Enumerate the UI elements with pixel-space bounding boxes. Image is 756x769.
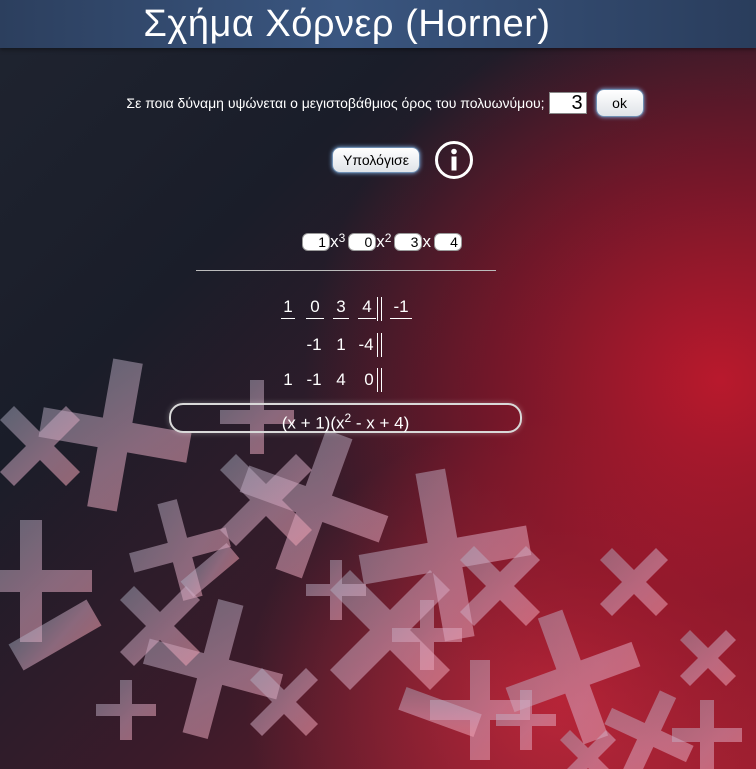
horner-cell: 0 [364,370,374,389]
horner-cell: 4 [358,296,376,319]
degree-prompt-row: Σε ποια δύναμη υψώνεται ο μεγιστοβάθμιος… [0,88,756,118]
polynomial-term [433,233,462,251]
coefficient-input[interactable] [394,233,423,251]
ok-button[interactable]: ok [595,89,644,117]
horner-cell: 1 [336,335,346,354]
horner-root: -1 [390,296,412,319]
horner-cell: 4 [336,370,346,389]
coefficient-input[interactable] [433,233,462,251]
info-icon[interactable] [434,140,474,180]
horner-cell: 1 [281,296,295,319]
term-variable: x2 [376,231,392,251]
result-prefix: (x + 1)(x [281,413,345,433]
horner-row-coefficients: 1 0 3 4 -1 [0,296,756,322]
coefficient-input[interactable] [348,233,377,251]
horner-cell: -1 [306,370,322,389]
horner-cell: -1 [306,335,322,354]
polynomial-term: x3 [302,231,346,251]
result-suffix: - x + 4) [351,413,410,433]
degree-input[interactable] [548,92,587,114]
horner-cell: -4 [358,335,374,354]
compute-button[interactable]: Υπολόγισε [332,147,420,173]
horner-separator [377,297,382,321]
page-header: Σχήμα Χόρνερ (Horner) [0,0,756,48]
divider [196,270,496,271]
horner-separator [377,333,382,357]
horner-cell: 0 [306,296,324,319]
horner-row-results: 1 -1 4 0 [0,367,756,393]
compute-row: Υπολόγισε [0,140,756,180]
horner-cell: 3 [333,296,349,319]
polynomial-term: x [394,233,431,251]
coefficient-input[interactable] [302,233,331,251]
polynomial-row: x3 x2 x [0,227,756,251]
factorization-result: (x + 1)(x2 - x + 4) [169,403,522,433]
term-variable: x [422,232,431,251]
horner-cell: 1 [283,370,293,389]
degree-question: Σε ποια δύναμη υψώνεται ο μεγιστοβάθμιος… [126,95,545,111]
page-title: Σχήμα Χόρνερ (Horner) [143,3,551,45]
polynomial-term: x2 [348,231,392,251]
term-variable: x3 [330,231,346,251]
horner-separator [377,368,382,392]
horner-row-products: -1 1 -4 [0,332,756,358]
